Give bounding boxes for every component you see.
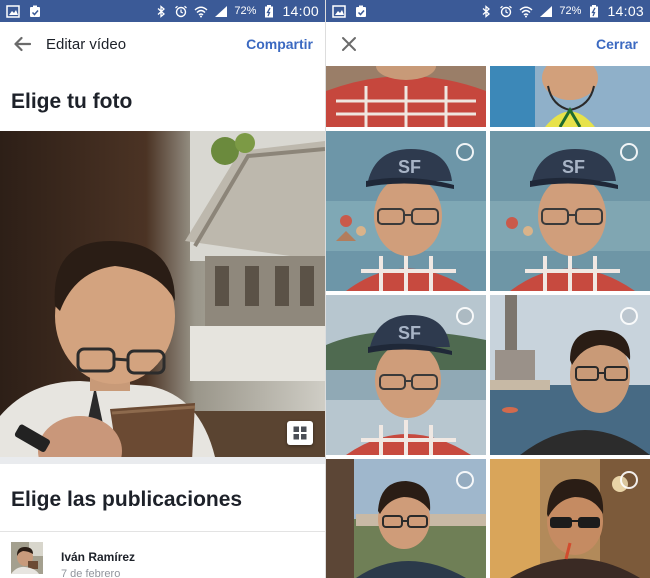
signal-icon bbox=[215, 5, 228, 17]
close-text-button[interactable]: Cerrar bbox=[596, 36, 638, 52]
photo-thumbnail[interactable]: SF bbox=[490, 131, 650, 291]
clipboard-notification-icon bbox=[30, 5, 40, 17]
avatar bbox=[11, 542, 43, 574]
choose-posts-heading: Elige las publicaciones bbox=[11, 488, 243, 511]
photo-thumbnail[interactable] bbox=[490, 295, 650, 455]
cap-logo-text: SF bbox=[562, 157, 585, 177]
grid-icon bbox=[293, 426, 307, 440]
select-radio[interactable] bbox=[456, 471, 474, 489]
photo-thumbnail[interactable] bbox=[490, 459, 650, 578]
top-app-bar: Editar vídeo Compartir bbox=[0, 22, 325, 66]
cap-logo-text: SF bbox=[398, 323, 421, 343]
battery-percent: 72% bbox=[234, 5, 257, 17]
layout-grid-button[interactable] bbox=[287, 421, 313, 445]
photo-thumbnail[interactable] bbox=[326, 66, 486, 127]
wifi-icon bbox=[519, 6, 533, 17]
back-button[interactable] bbox=[2, 22, 42, 66]
photo-picker-screen: 72% 14:03 Cerrar SF SF SF bbox=[326, 0, 650, 578]
post-date: 7 de febrero bbox=[61, 568, 121, 578]
status-bar: 72% 14:03 bbox=[326, 0, 650, 22]
status-bar: 72% 14:00 bbox=[0, 0, 325, 22]
edit-video-screen: 72% 14:00 Editar vídeo Compartir Elige t… bbox=[0, 0, 325, 578]
select-radio[interactable] bbox=[620, 143, 638, 161]
photo-thumbnail[interactable]: SF bbox=[326, 131, 486, 291]
section-divider bbox=[0, 457, 325, 464]
photo-grid: SF SF SF bbox=[326, 66, 650, 578]
wifi-icon bbox=[194, 6, 208, 17]
post-item[interactable]: Iván Ramírez 7 de febrero bbox=[11, 542, 135, 578]
signal-icon bbox=[540, 5, 553, 17]
select-radio[interactable] bbox=[456, 143, 474, 161]
alarm-icon bbox=[175, 5, 188, 17]
clock: 14:03 bbox=[607, 3, 644, 19]
battery-charging-icon bbox=[590, 4, 599, 17]
choose-photo-heading: Elige tu foto bbox=[11, 90, 133, 113]
select-radio[interactable] bbox=[620, 471, 638, 489]
cover-photo-image bbox=[0, 131, 325, 457]
picker-app-bar: Cerrar bbox=[326, 22, 650, 66]
photo-thumbnail[interactable] bbox=[326, 459, 486, 578]
select-radio[interactable] bbox=[620, 307, 638, 325]
list-divider bbox=[0, 531, 325, 532]
alarm-icon bbox=[500, 5, 513, 17]
gallery-notification-icon bbox=[6, 4, 20, 18]
bluetooth-icon bbox=[482, 4, 491, 18]
post-author: Iván Ramírez bbox=[61, 550, 136, 564]
clock: 14:00 bbox=[282, 3, 319, 19]
photo-thumbnail[interactable] bbox=[490, 66, 650, 127]
close-button[interactable] bbox=[334, 29, 364, 59]
close-icon bbox=[342, 37, 356, 51]
back-arrow-icon bbox=[14, 36, 31, 52]
battery-percent: 72% bbox=[559, 5, 582, 17]
battery-charging-icon bbox=[265, 4, 274, 17]
photo-thumbnail[interactable]: SF bbox=[326, 295, 486, 455]
clipboard-notification-icon bbox=[356, 5, 366, 17]
gallery-notification-icon bbox=[332, 4, 346, 18]
selected-cover-photo[interactable] bbox=[0, 131, 325, 457]
cap-logo-text: SF bbox=[398, 157, 421, 177]
bluetooth-icon bbox=[157, 4, 166, 18]
screen-title: Editar vídeo bbox=[46, 35, 127, 53]
share-button[interactable]: Compartir bbox=[246, 36, 313, 52]
select-radio[interactable] bbox=[456, 307, 474, 325]
